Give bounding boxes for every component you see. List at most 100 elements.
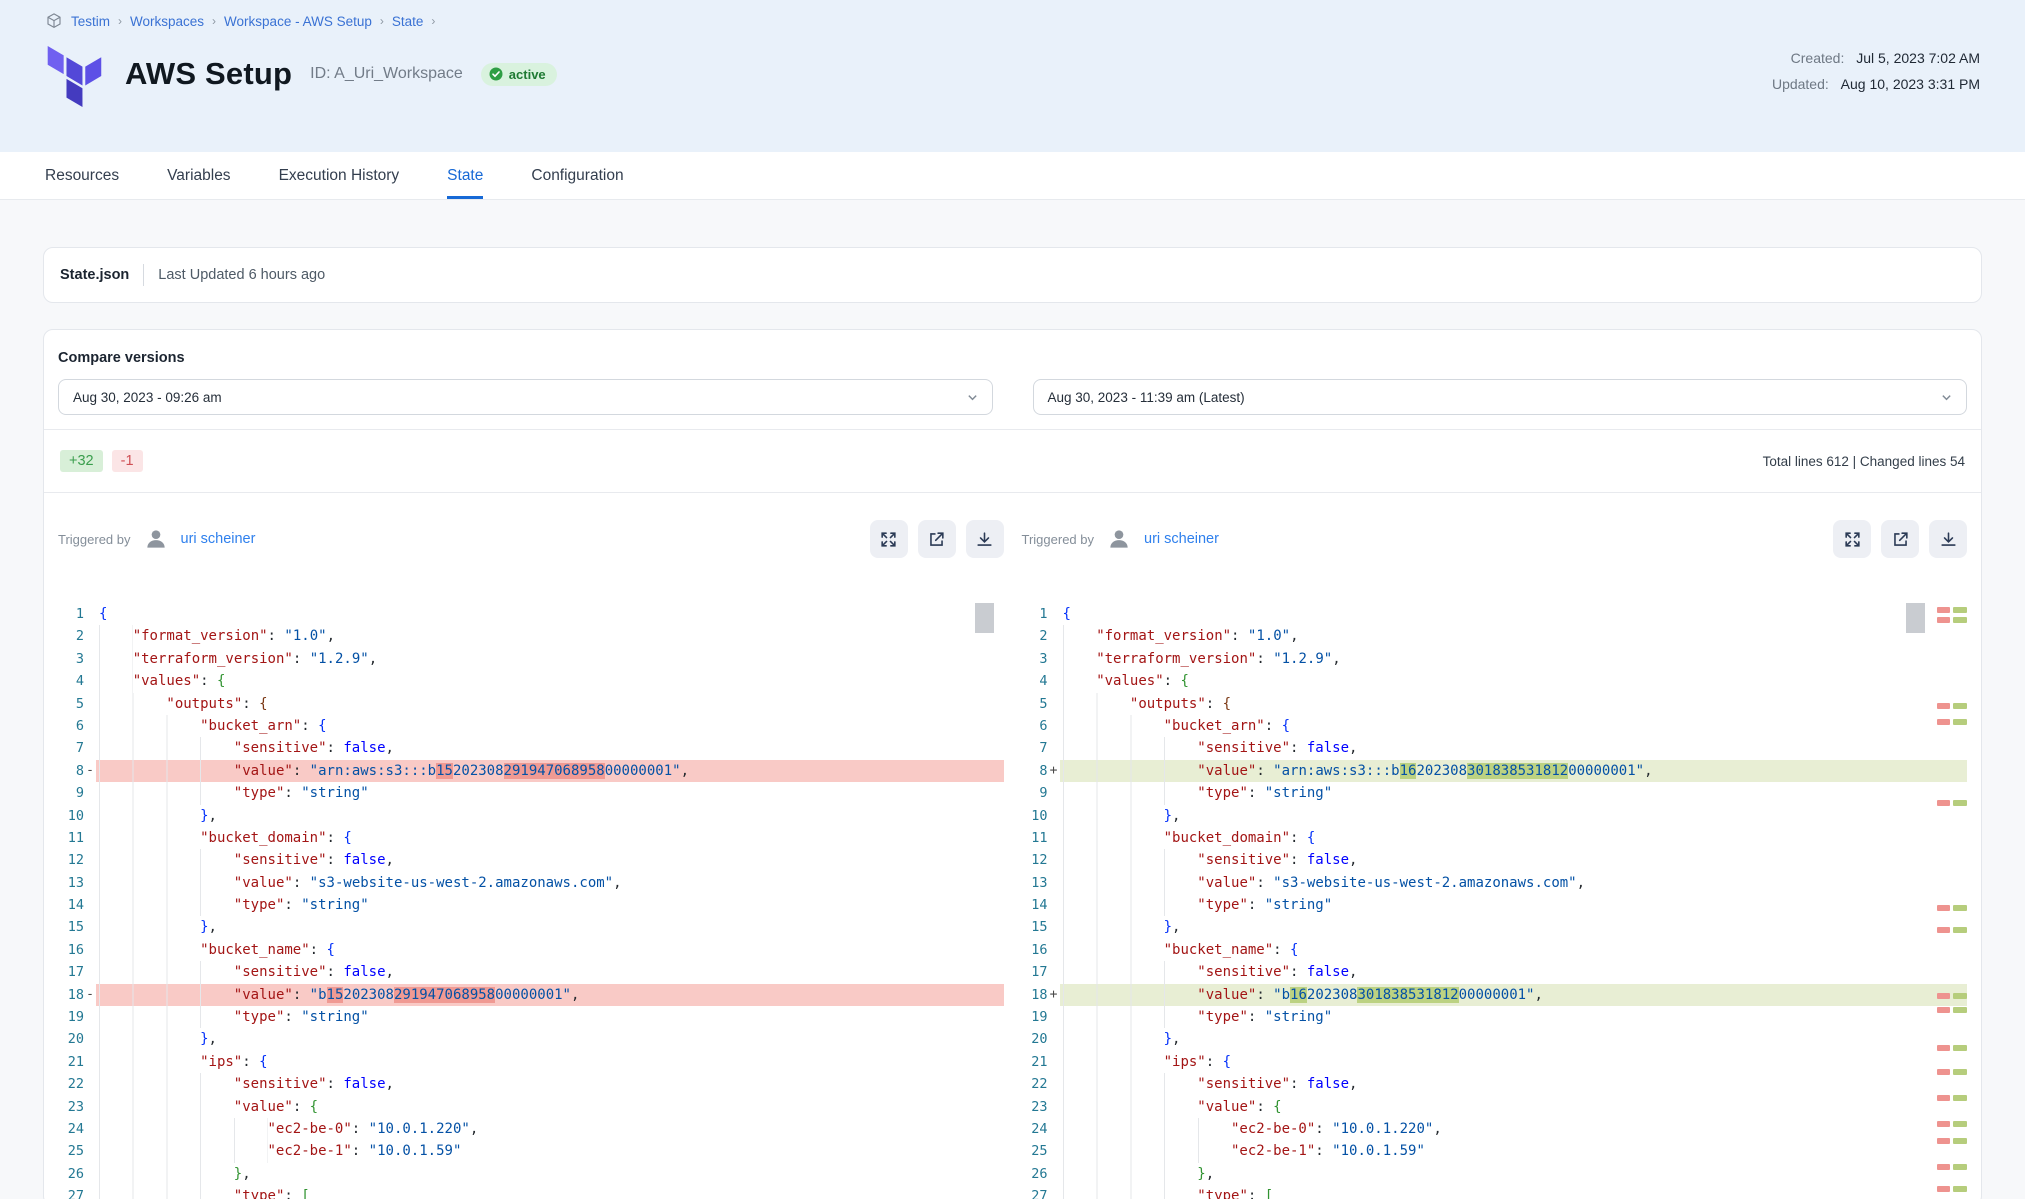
line-number: 19	[1022, 1006, 1048, 1028]
page-header: Testim›Workspaces›Workspace - AWS Setup›…	[0, 0, 2025, 152]
scrollbar-thumb[interactable]	[1906, 603, 1925, 633]
code-line: 22"sensitive": false,	[58, 1073, 1004, 1095]
diff-sign	[84, 625, 96, 647]
code-line: 23"value": {	[58, 1096, 1004, 1118]
download-button[interactable]	[966, 520, 1004, 558]
line-number: 7	[1022, 737, 1048, 759]
tab-variables[interactable]: Variables	[167, 152, 230, 199]
code-line: 22"sensitive": false,	[1022, 1073, 1968, 1095]
ruler-mark-removed	[1937, 1007, 1950, 1013]
expand-icon	[879, 530, 898, 549]
version-select-right[interactable]: Aug 30, 2023 - 11:39 am (Latest)	[1033, 379, 1968, 415]
code-line: 9"type": "string"	[1022, 782, 1968, 804]
line-number: 25	[58, 1140, 84, 1162]
expand-button[interactable]	[870, 520, 908, 558]
version-select-left[interactable]: Aug 30, 2023 - 09:26 am	[58, 379, 993, 415]
triggered-by-user[interactable]: uri scheiner	[1144, 531, 1219, 547]
line-number: 16	[1022, 939, 1048, 961]
line-number: 14	[1022, 894, 1048, 916]
diff-sign	[84, 1118, 96, 1140]
breadcrumb: Testim›Workspaces›Workspace - AWS Setup›…	[45, 12, 1980, 30]
ruler-mark-removed	[1937, 703, 1950, 709]
code-line: 25"ec2-be-1": "10.0.1.59"	[58, 1140, 1004, 1162]
line-number: 11	[58, 827, 84, 849]
divider	[44, 492, 1981, 493]
ruler-mark-removed	[1937, 927, 1950, 933]
diff-sign	[84, 670, 96, 692]
workspace-header: AWS Setup ID: A_Uri_Workspace active Cre…	[45, 44, 1980, 108]
line-number: 19	[58, 1006, 84, 1028]
line-number: 12	[58, 849, 84, 871]
breadcrumb-separator-icon: ›	[431, 14, 435, 28]
code-line: 15},	[1022, 916, 1968, 938]
line-number: 2	[1022, 625, 1048, 647]
diff-sign	[1048, 961, 1060, 983]
breadcrumb-link[interactable]: Testim	[71, 14, 110, 29]
compare-versions-heading: Compare versions	[58, 350, 1967, 366]
breadcrumb-link[interactable]: Workspace - AWS Setup	[224, 14, 372, 29]
code-line: 11"bucket_domain": {	[1022, 827, 1968, 849]
diff-sign: +	[1048, 760, 1060, 782]
line-number: 27	[58, 1185, 84, 1199]
breadcrumb-separator-icon: ›	[380, 14, 384, 28]
line-number: 27	[1022, 1185, 1048, 1199]
overview-ruler[interactable]	[1937, 603, 1967, 1199]
diff-sign: +	[1048, 984, 1060, 1006]
added-lines-badge: +32	[60, 450, 103, 472]
diff-panes: Triggered by uri scheiner	[44, 519, 1981, 1199]
triggered-by-user[interactable]: uri scheiner	[181, 531, 256, 547]
download-button[interactable]	[1929, 520, 1967, 558]
open-external-button[interactable]	[918, 520, 956, 558]
check-circle-icon	[489, 67, 503, 81]
code-line: 11"bucket_domain": {	[58, 827, 1004, 849]
diff-sign	[84, 805, 96, 827]
ruler-mark-removed	[1937, 1164, 1950, 1170]
line-totals: Total lines 612 | Changed lines 54	[1763, 454, 1965, 469]
main-content: State.json Last Updated 6 hours ago Comp…	[0, 200, 2025, 1199]
code-line: 9"type": "string"	[58, 782, 1004, 804]
line-number: 3	[58, 648, 84, 670]
tab-execution-history[interactable]: Execution History	[279, 152, 400, 199]
diff-sign	[1048, 1073, 1060, 1095]
terraform-logo	[45, 46, 103, 108]
line-number: 21	[58, 1051, 84, 1073]
diff-sign	[84, 603, 96, 625]
diff-sign	[1048, 805, 1060, 827]
line-number: 13	[58, 872, 84, 894]
code-line: 2"format_version": "1.0",	[1022, 625, 1968, 647]
code-line: 25"ec2-be-1": "10.0.1.59"	[1022, 1140, 1968, 1162]
chevron-down-icon	[1941, 392, 1952, 403]
diff-sign	[1048, 625, 1060, 647]
line-number: 20	[1022, 1028, 1048, 1050]
code-editor-modified[interactable]: 1{2"format_version": "1.0",3"terraform_v…	[1022, 603, 1968, 1199]
tab-state[interactable]: State	[447, 152, 483, 199]
diff-sign	[84, 1028, 96, 1050]
code-line: 16"bucket_name": {	[58, 939, 1004, 961]
scrollbar-thumb[interactable]	[975, 603, 994, 633]
breadcrumb-link[interactable]: Workspaces	[130, 14, 204, 29]
tab-resources[interactable]: Resources	[45, 152, 119, 199]
code-line: 19"type": "string"	[1022, 1006, 1968, 1028]
line-number: 5	[58, 693, 84, 715]
diff-sign	[84, 872, 96, 894]
breadcrumb-items: Testim›Workspaces›Workspace - AWS Setup›…	[71, 14, 435, 29]
code-line: 3"terraform_version": "1.2.9",	[58, 648, 1004, 670]
triggered-by-label: Triggered by	[58, 532, 131, 547]
version-select-left-value: Aug 30, 2023 - 09:26 am	[73, 390, 222, 405]
code-line: 3"terraform_version": "1.2.9",	[1022, 648, 1968, 670]
last-updated-text: Last Updated 6 hours ago	[158, 267, 325, 283]
code-editor-original[interactable]: 1{2"format_version": "1.0",3"terraform_v…	[58, 603, 1004, 1199]
code-line: 8+"value": "arn:aws:s3:::b16202308301838…	[1022, 760, 1968, 782]
diff-sign	[84, 894, 96, 916]
diff-sign	[1048, 872, 1060, 894]
tab-configuration[interactable]: Configuration	[531, 152, 623, 199]
page: Testim›Workspaces›Workspace - AWS Setup›…	[0, 0, 2025, 1199]
status-label: active	[509, 67, 546, 82]
external-link-icon	[927, 530, 946, 549]
expand-button[interactable]	[1833, 520, 1871, 558]
ruler-mark-removed	[1937, 719, 1950, 725]
code-line: 5"outputs": {	[58, 693, 1004, 715]
breadcrumb-link[interactable]: State	[392, 14, 424, 29]
line-number: 5	[1022, 693, 1048, 715]
open-external-button[interactable]	[1881, 520, 1919, 558]
